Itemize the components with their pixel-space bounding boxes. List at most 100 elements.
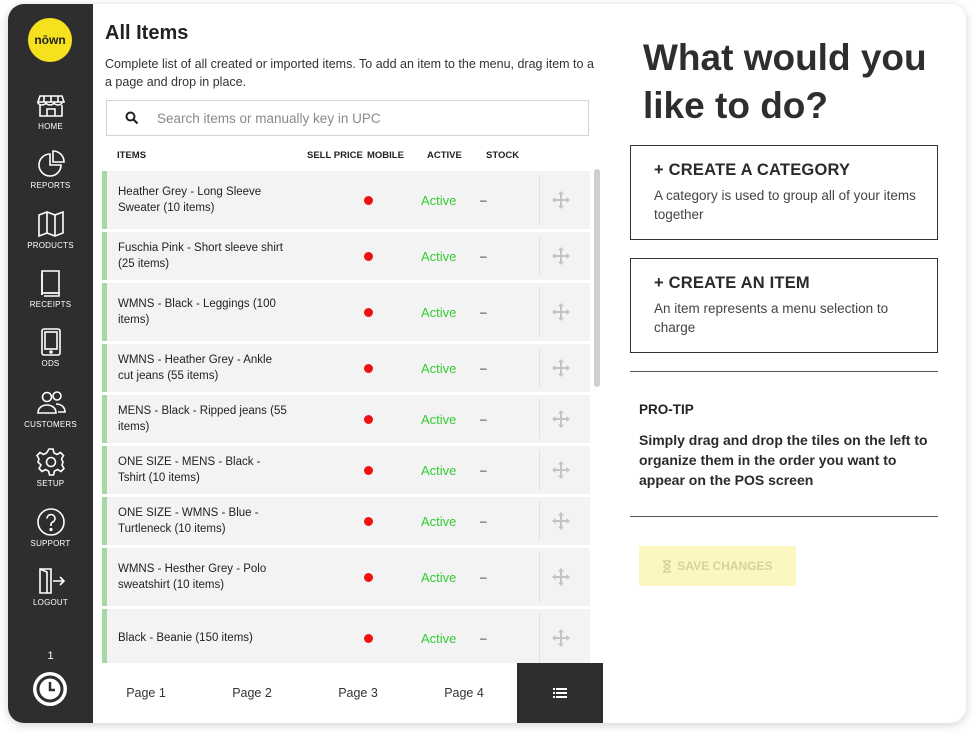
active-status: Active [421,513,457,529]
sidebar: nōwn HOME REPORTS PRODUCTS RECEIPTS ODS … [8,4,93,723]
book-icon [40,270,60,297]
mobile-status-dot [364,307,373,317]
active-status: Active [421,248,457,264]
sidebar-item-ods[interactable]: ODS [8,327,93,383]
row-color-bar [102,283,107,341]
column-header-mobile: MOBILE [367,150,404,161]
sidebar-item-receipts[interactable]: RECEIPTS [8,268,93,324]
brand-logo[interactable]: nōwn [28,18,72,62]
sidebar-item-label: CUSTOMERS [24,420,77,429]
page-4-button[interactable]: Page 4 [411,663,517,723]
stock-value: – [480,514,487,528]
row-color-bar [102,395,107,443]
drag-handle-icon[interactable] [552,247,570,265]
row-divider [539,501,540,541]
item-row[interactable]: WMNS - Hesther Grey - Polo sweatshirt (1… [102,548,590,609]
sidebar-item-products[interactable]: PRODUCTS [8,209,93,265]
row-divider [539,613,540,663]
create-category-card[interactable]: + CREATE A CATEGORY A category is used t… [630,145,938,240]
tablet-icon [40,328,61,356]
sidebar-item-label: RECEIPTS [29,300,72,309]
row-divider [539,287,540,337]
row-divider [539,175,540,225]
sidebar-item-customers[interactable]: CUSTOMERS [8,388,93,444]
page-1-button[interactable]: Page 1 [93,663,199,723]
actions-panel: What would you like to do? + CREATE A CA… [603,4,966,723]
row-color-bar [102,232,107,280]
drag-handle-icon[interactable] [552,629,570,647]
drag-handle-icon[interactable] [552,410,570,428]
list-icon [553,688,567,698]
active-status: Active [421,360,457,376]
item-row[interactable]: ONE SIZE - WMNS - Blue - Turtleneck (10 … [102,497,590,548]
mobile-status-dot [364,633,373,643]
search-input[interactable] [157,110,557,126]
row-color-bar [102,548,107,606]
row-color-bar [102,171,107,229]
pagination: Page 1 Page 2 Page 3 Page 4 [93,663,603,723]
page-3-button[interactable]: Page 3 [305,663,411,723]
divider [630,371,938,372]
sidebar-item-label: LOGOUT [33,598,68,607]
map-icon [37,210,64,238]
item-row[interactable]: ONE SIZE - MENS - Black - Tshirt (10 ite… [102,446,590,497]
column-header-sell-price: SELL PRICE [307,150,363,161]
queue-count: 1 [47,650,54,662]
save-changes-button[interactable]: SAVE CHANGES [639,546,796,586]
item-row[interactable]: Fuschia Pink - Short sleeve shirt (25 it… [102,232,590,283]
pie-chart-icon [37,150,65,177]
actions-headline: What would you like to do? [643,37,927,126]
sidebar-item-reports[interactable]: REPORTS [8,149,93,205]
stock-value: – [480,305,487,319]
create-item-desc: An item represents a menu selection to c… [654,301,889,335]
drag-handle-icon[interactable] [552,191,570,209]
item-row[interactable]: MENS - Black - Ripped jeans (55 items) Ac… [102,395,590,446]
clock-button[interactable] [33,672,67,706]
item-row[interactable]: Black - Beanie (150 items) Active – [102,609,590,665]
sidebar-item-support[interactable]: SUPPORT [8,507,93,563]
stock-value: – [480,463,487,477]
sidebar-item-setup[interactable]: SETUP [8,447,93,503]
stock-value: – [480,249,487,263]
sidebar-item-label: HOME [38,122,63,131]
sidebar-item-label: PRODUCTS [27,241,74,250]
plus-icon: + [654,161,664,179]
app-window: nōwn HOME REPORTS PRODUCTS RECEIPTS ODS … [8,4,966,723]
sidebar-item-home[interactable]: HOME [8,90,93,146]
item-row[interactable]: Heather Grey - Long Sleeve Sweater (10 i… [102,171,590,232]
clock-icon [36,675,64,703]
mobile-status-dot [364,414,373,424]
page-description: Complete list of all created or imported… [105,57,594,89]
store-icon [36,95,65,117]
row-divider [539,236,540,276]
drag-handle-icon[interactable] [552,303,570,321]
sidebar-item-label: REPORTS [30,181,71,190]
protip-title: PRO-TIP [639,402,694,417]
stock-value: – [480,193,487,207]
item-row[interactable]: WMNS - Heather Grey - Ankle cut jeans (5… [102,344,590,395]
drag-handle-icon[interactable] [552,359,570,377]
create-category-title: + CREATE A CATEGORY [654,161,851,179]
list-scrollbar[interactable] [594,169,600,387]
item-row[interactable]: WMNS - Black - Leggings (100 items) Activ… [102,283,590,344]
page-2-button[interactable]: Page 2 [199,663,305,723]
column-header-stock: STOCK [486,150,520,161]
mobile-status-dot [364,195,373,205]
row-divider [539,450,540,490]
list-view-button[interactable] [517,663,603,723]
drag-handle-icon[interactable] [552,461,570,479]
drag-handle-icon[interactable] [552,568,570,586]
sidebar-item-logout[interactable]: LOGOUT [8,566,93,622]
drag-handle-icon[interactable] [552,512,570,530]
item-name: Fuschia Pink - Short sleeve shirt (25 it… [118,242,283,270]
search-icon [125,111,139,125]
help-icon [36,508,65,536]
create-item-card[interactable]: + CREATE AN ITEM An item represents a me… [630,258,938,353]
mobile-status-dot [364,516,373,526]
protip-body: Simply drag and drop the tiles on the le… [639,432,928,488]
stock-value: – [480,361,487,375]
divider [630,516,938,517]
column-header-items: ITEMS [117,150,147,161]
items-list: Heather Grey - Long Sleeve Sweater (10 i… [102,171,590,665]
row-color-bar [102,344,107,392]
